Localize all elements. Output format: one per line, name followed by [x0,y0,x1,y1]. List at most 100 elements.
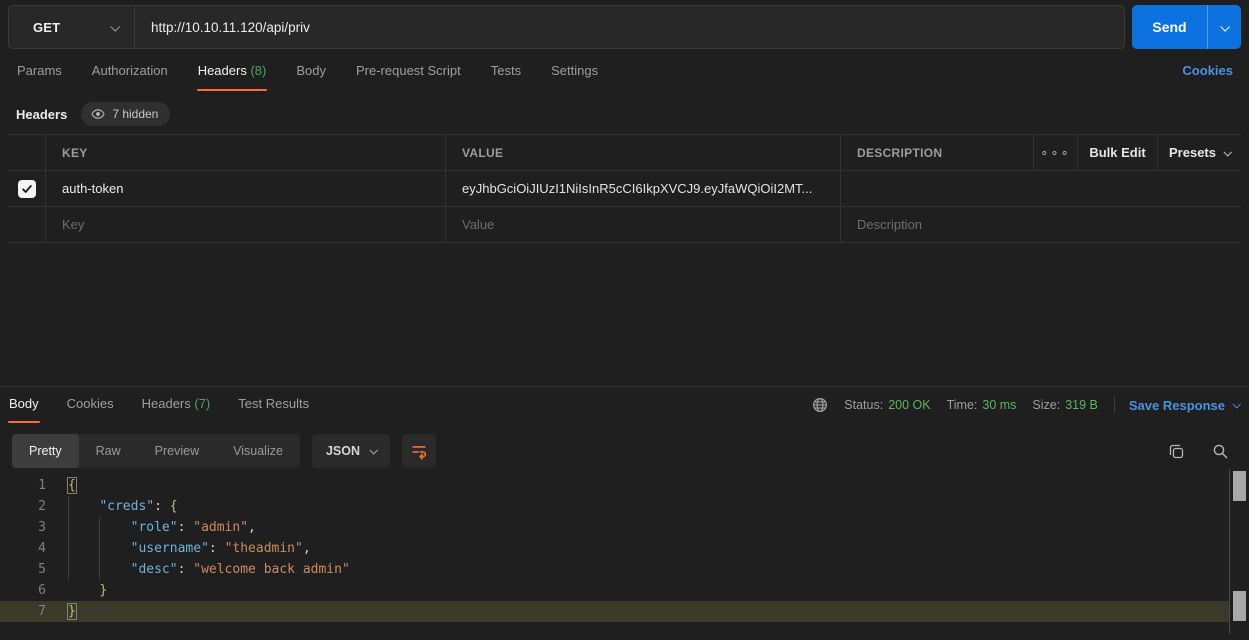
row-checkbox-cell [8,207,45,242]
send-button[interactable]: Send [1132,5,1241,49]
response-tab-test-results[interactable]: Test Results [237,396,310,423]
postman-app: GET Send Params Authorization Headers (8… [0,0,1249,640]
search-icon[interactable] [1212,443,1229,460]
scrollbar-track [1229,469,1230,634]
view-tab-visualize[interactable]: Visualize [216,434,300,468]
line-number: 5 [0,559,46,580]
method-dropdown[interactable]: GET [9,6,135,48]
time-badge: Time:30 ms [947,398,1017,412]
view-tab-raw[interactable]: Raw [79,434,138,468]
indent-guide [68,496,69,580]
response-tab-body[interactable]: Body [8,396,40,423]
hidden-headers-toggle[interactable]: 7 hidden [81,102,170,126]
more-options-icon: ∘∘∘ [1040,145,1070,161]
code-line[interactable]: 7} [0,601,1229,622]
code-line[interactable]: 1{ [0,475,1229,496]
code-lines: 1{2 "creds": {3 "role": "admin",4 "usern… [0,469,1249,622]
tab-authorization[interactable]: Authorization [91,59,169,91]
view-tab-pretty[interactable]: Pretty [12,434,79,468]
bulk-edit-button[interactable]: Bulk Edit [1077,135,1157,170]
checkbox-column-spacer [8,135,45,170]
url-container: GET [8,5,1125,49]
code-line[interactable]: 2 "creds": { [0,496,1229,517]
response-tabbar: Body Cookies Headers (7) Test Results St… [0,387,1249,424]
chevron-down-icon [369,446,377,454]
request-tabs: Params Authorization Headers (8) Body Pr… [0,49,1249,94]
size-badge: Size:319 B [1032,398,1097,412]
send-options-button[interactable] [1208,5,1241,49]
status-badge: Status:200 OK [844,398,930,412]
scrollbar-thumb[interactable] [1233,471,1246,501]
cookies-link[interactable]: Cookies [1182,59,1233,78]
line-number: 6 [0,580,46,601]
more-options-button[interactable]: ∘∘∘ [1033,135,1077,170]
line-number: 2 [0,496,46,517]
row-checkbox[interactable] [18,180,36,198]
eye-icon [91,107,105,121]
chevron-down-icon [1223,148,1231,156]
header-value-cell[interactable]: eyJhbGciOiJIUzI1NiIsInR5cCI6IkpXVCJ9.eyJ… [445,171,840,206]
chevron-down-icon [110,21,120,31]
view-tab-preview[interactable]: Preview [138,434,216,468]
url-input[interactable] [135,6,1124,48]
column-description: DESCRIPTION [840,135,1033,170]
new-value-input[interactable] [462,217,840,232]
tab-body[interactable]: Body [295,59,327,91]
code-line[interactable]: 6 } [0,580,1229,601]
column-key: KEY [45,135,445,170]
line-number: 7 [0,601,46,622]
new-description-input[interactable] [857,217,1241,232]
save-response-button[interactable]: Save Response [1129,398,1239,413]
response-tab-headers[interactable]: Headers (7) [141,396,212,423]
line-number: 1 [0,475,46,496]
tab-headers[interactable]: Headers (8) [197,59,268,91]
chevron-down-icon [1220,21,1230,31]
scrollbar-mark[interactable] [1233,591,1246,621]
wrap-lines-button[interactable] [402,434,436,468]
code-line[interactable]: 4 "username": "theadmin", [0,538,1229,559]
code-line[interactable]: 5 "desc": "welcome back admin" [0,559,1229,580]
tab-params[interactable]: Params [16,59,63,91]
line-number: 4 [0,538,46,559]
header-key-cell[interactable]: auth-token [45,171,445,206]
view-mode-segment: Pretty Raw Preview Visualize [12,434,300,468]
line-number: 3 [0,517,46,538]
send-label[interactable]: Send [1132,5,1208,49]
header-row-auth-token: auth-token eyJhbGciOiJIUzI1NiIsInR5cCI6I… [8,171,1241,207]
new-key-input[interactable] [62,217,445,232]
copy-icon[interactable] [1168,443,1185,460]
code-line[interactable]: 3 "role": "admin", [0,517,1229,538]
row-checkbox-cell [8,171,45,206]
new-header-row [8,207,1241,243]
response-tools [1168,443,1229,460]
network-globe-icon[interactable] [812,397,828,413]
code-editor[interactable]: 1{2 "creds": {3 "role": "admin",4 "usern… [0,469,1249,634]
wrap-lines-icon [410,442,428,460]
new-value-cell [445,207,840,242]
response-headers-count: (7) [194,396,210,411]
new-key-cell [45,207,445,242]
header-description-cell[interactable] [840,171,1241,206]
empty-space [0,243,1249,386]
tab-pre-request-script[interactable]: Pre-request Script [355,59,462,91]
chevron-down-icon [1232,400,1240,408]
presets-dropdown[interactable]: Presets [1157,135,1241,170]
tab-settings[interactable]: Settings [550,59,599,91]
headers-count: (8) [250,63,266,78]
headers-section-title: Headers [16,107,67,122]
divider [1114,396,1115,414]
headers-table: KEY VALUE DESCRIPTION ∘∘∘ Bulk Edit Pres… [8,134,1241,243]
check-icon [21,183,33,195]
response-view-toolbar: Pretty Raw Preview Visualize JSON [0,424,1249,469]
tab-tests[interactable]: Tests [490,59,522,91]
format-dropdown[interactable]: JSON [312,434,390,468]
column-value: VALUE [445,135,840,170]
table-header-row: KEY VALUE DESCRIPTION ∘∘∘ Bulk Edit Pres… [8,135,1241,171]
new-description-cell [840,207,1241,242]
hidden-headers-label: 7 hidden [112,107,158,121]
method-label: GET [33,20,60,35]
response-tab-cookies[interactable]: Cookies [66,396,115,423]
request-bar: GET Send [0,0,1249,49]
response-panel: Body Cookies Headers (7) Test Results St… [0,386,1249,634]
response-meta: Status:200 OK Time:30 ms Size:319 B Save… [812,396,1239,414]
